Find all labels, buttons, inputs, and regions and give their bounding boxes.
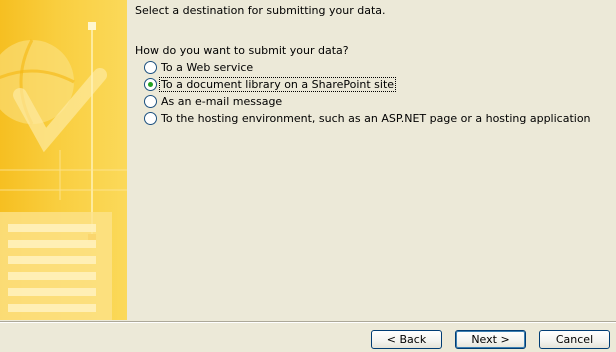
- option-sharepoint-library[interactable]: To a document library on a SharePoint si…: [144, 76, 397, 92]
- option-web-service[interactable]: To a Web service: [144, 59, 254, 75]
- footer-separator-highlight: [0, 322, 616, 323]
- option-hosting-environment[interactable]: To the hosting environment, such as an A…: [144, 110, 592, 126]
- question-label: How do you want to submit your data?: [135, 44, 349, 57]
- option-label: To a Web service: [161, 60, 254, 74]
- cancel-button[interactable]: Cancel: [539, 330, 610, 349]
- sidebar-decoration: [0, 22, 127, 320]
- option-label: To the hosting environment, such as an A…: [161, 111, 591, 125]
- option-label: As an e-mail message: [161, 94, 283, 108]
- option-email[interactable]: As an e-mail message: [144, 93, 283, 109]
- back-button[interactable]: < Back: [371, 330, 442, 349]
- option-label: To a document library on a SharePoint si…: [158, 76, 397, 92]
- radio-sharepoint-library[interactable]: [144, 77, 157, 91]
- radio-email[interactable]: [144, 94, 157, 108]
- radio-hosting-environment[interactable]: [144, 111, 157, 125]
- wizard-content: Select a destination for submitting your…: [127, 0, 616, 320]
- page-title: Select a destination for submitting your…: [135, 4, 386, 17]
- wizard-sidebar-graphic: [0, 0, 127, 320]
- radio-web-service[interactable]: [144, 60, 157, 74]
- next-button[interactable]: Next >: [455, 330, 526, 349]
